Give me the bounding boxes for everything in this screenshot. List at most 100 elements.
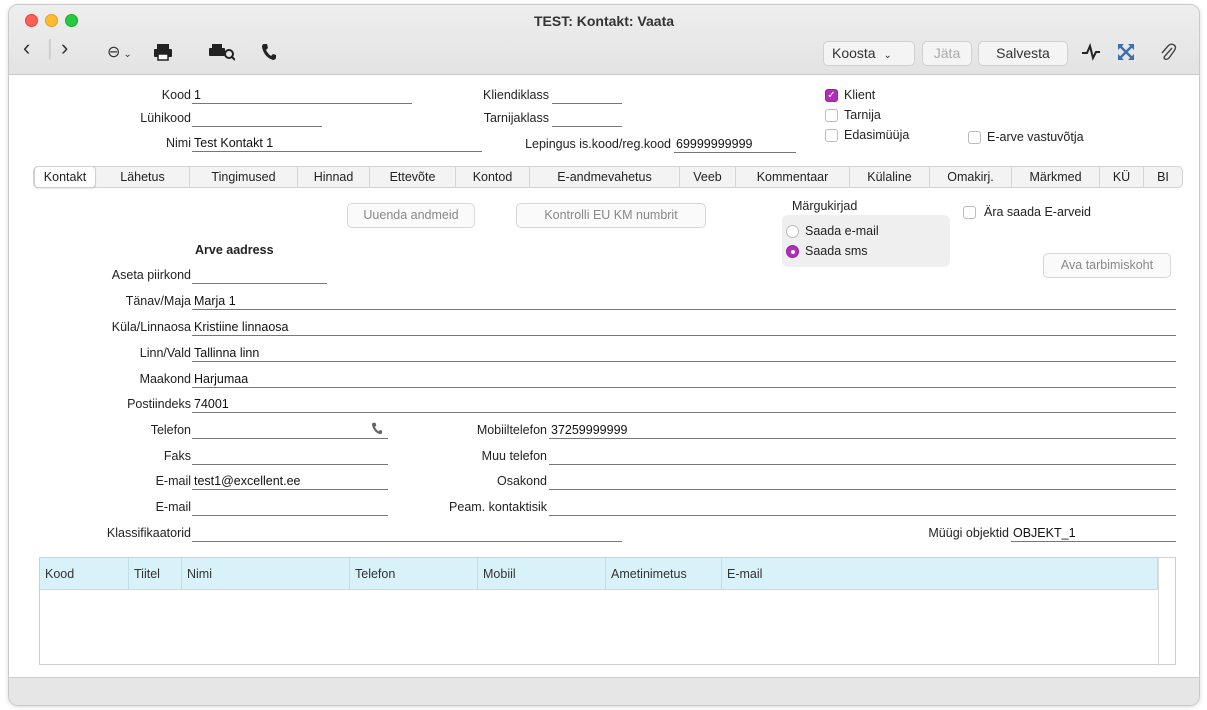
expand-icon[interactable] [1117,43,1135,66]
tarnija-checkbox[interactable] [825,109,838,122]
tarnija-label: Tarnija [844,108,881,122]
contacts-table[interactable]: Kood Tiitel Nimi Telefon Mobiil Ametinim… [39,557,1176,666]
column-mobiil[interactable]: Mobiil [478,558,606,590]
email-label: E-mail [155,474,191,488]
email-field[interactable]: test1@excellent.ee [192,473,388,490]
tab-bar: Kontakt Lähetus Tingimused Hinnad Ettevõ… [33,166,1183,188]
more-options-icon[interactable]: ⊖ ⌄ [107,43,132,65]
phone-icon[interactable] [371,422,383,438]
myygi-objektid-label: Müügi objektid [928,526,1009,540]
tab-kontakt[interactable]: Kontakt [34,166,96,188]
osakond-label: Osakond [496,474,547,488]
nimi-field[interactable]: Test Kontakt 1 [192,135,482,152]
tab-ku[interactable]: KÜ [1100,167,1144,187]
tab-markmed[interactable]: Märkmed [1012,167,1100,187]
kula-linnaosa-field[interactable]: Kristiine linnaosa [192,319,1176,336]
forward-icon[interactable]: › [61,37,68,59]
tab-e-andmevahetus[interactable]: E-andmevahetus [530,167,680,187]
muu-telefon-label: Muu telefon [481,449,547,463]
uuenda-andmeid-button[interactable]: Uuenda andmeid [347,203,475,228]
edasimuuja-label: Edasimüüja [844,128,910,142]
column-telefon[interactable]: Telefon [350,558,478,590]
tab-hinnad[interactable]: Hinnad [298,167,370,187]
aseta-piirkond-field[interactable] [192,267,327,284]
luhikood-label: Lühikood [140,111,191,125]
ava-tarbimiskoht-button[interactable]: Ava tarbimiskoht [1043,253,1171,278]
luhikood-field[interactable] [192,110,322,127]
ara-saada-earveid-label: Ära saada E-arveid [984,205,1092,219]
tarnijaklass-label: Tarnijaklass [483,111,549,125]
lepingus-label: Lepingus is.kood/reg.kood [525,137,671,151]
earve-label: E-arve vastuvõtja [987,130,1084,144]
tab-ettevote[interactable]: Ettevõte [370,167,456,187]
klassifikaatorid-label: Klassifikaatorid [106,526,191,540]
kood-field[interactable]: 1 [192,87,412,104]
phone-icon[interactable] [261,43,277,66]
column-tiitel[interactable]: Tiitel [129,558,182,590]
mobiiltelefon-field[interactable]: 37259999999 [549,422,1176,439]
kliendiklass-field[interactable] [552,87,622,104]
window-title: TEST: Kontakt: Vaata [533,13,675,29]
saada-email-radio[interactable] [786,225,799,238]
email2-field[interactable] [192,499,388,516]
tanav-maja-label: Tänav/Maja [125,294,191,308]
maakond-label: Maakond [139,372,191,386]
print-icon[interactable] [153,43,173,66]
tab-kontod[interactable]: Kontod [456,167,530,187]
linn-vald-field[interactable]: Tallinna linn [192,345,1176,362]
column-nimi[interactable]: Nimi [182,558,350,590]
klassifikaatorid-field[interactable] [192,525,622,542]
title-bar: TEST: Kontakt: Vaata ‹ | › ⊖ ⌄ Koosta ⌄ J… [9,5,1199,75]
back-icon[interactable]: ‹ [23,37,30,59]
saada-sms-radio[interactable] [786,245,799,258]
column-kood[interactable]: Kood [40,558,129,590]
tab-kommentaar[interactable]: Kommentaar [736,167,850,187]
margukirjad-title: Märgukirjad [792,199,858,213]
margukirjad-panel: Saada e-mail Saada sms [782,215,950,267]
column-ametinimetus[interactable]: Ametinimetus [606,558,722,590]
muu-telefon-field[interactable] [549,448,1176,465]
saada-sms-label: Saada sms [805,244,868,258]
maakond-field[interactable]: Harjumaa [192,371,1176,388]
tab-bi[interactable]: BI [1144,167,1182,187]
tab-omakirj[interactable]: Omakirj. [930,167,1012,187]
ara-saada-earveid-checkbox[interactable] [963,206,976,219]
postiindeks-label: Postiindeks [127,397,191,411]
app-window: TEST: Kontakt: Vaata ‹ | › ⊖ ⌄ Koosta ⌄ J… [8,4,1200,706]
klient-checkbox[interactable]: ✓ [825,89,838,102]
earve-checkbox[interactable] [968,131,981,144]
koosta-label: Koosta [832,45,876,61]
kood-label: Kood [161,88,191,102]
linn-vald-label: Linn/Vald [139,346,191,360]
saada-email-label: Saada e-mail [805,224,879,238]
paperclip-icon[interactable] [1159,43,1177,68]
tab-tingimused[interactable]: Tingimused [190,167,298,187]
table-header: Kood Tiitel Nimi Telefon Mobiil Ametinim… [40,558,1158,590]
osakond-field[interactable] [549,473,1176,490]
arve-aadress-heading: Arve aadress [195,243,274,257]
lepingus-field[interactable]: 69999999999 [674,136,796,153]
kontrolli-eu-km-button[interactable]: Kontrolli EU KM numbrit [516,203,706,228]
salvesta-button[interactable]: Salvesta [978,41,1068,66]
mobiiltelefon-label: Mobiiltelefon [476,423,547,437]
postiindeks-field[interactable]: 74001 [192,396,1176,413]
tab-lahetus[interactable]: Lähetus [96,167,190,187]
peam-kontaktisik-field[interactable] [549,499,1176,516]
edasimuuja-checkbox[interactable] [825,129,838,142]
tanav-maja-field[interactable]: Marja 1 [192,293,1176,310]
tab-veeb[interactable]: Veeb [680,167,736,187]
telefon-field[interactable] [192,422,388,439]
tarnijaklass-field[interactable] [552,110,622,127]
koosta-button[interactable]: Koosta ⌄ [823,41,915,66]
faks-field[interactable] [192,448,388,465]
telefon-label: Telefon [150,423,191,437]
print-preview-icon[interactable] [209,43,236,66]
tab-kulaline[interactable]: Külaline [850,167,930,187]
activity-icon[interactable] [1081,42,1101,66]
jata-button[interactable]: Jäta [922,41,972,66]
kliendiklass-label: Kliendiklass [482,88,549,102]
faks-label: Faks [163,449,191,463]
myygi-objektid-field[interactable]: OBJEKT_1 [1011,525,1176,542]
status-bar [9,677,1199,705]
column-email[interactable]: E-mail [722,558,1158,590]
